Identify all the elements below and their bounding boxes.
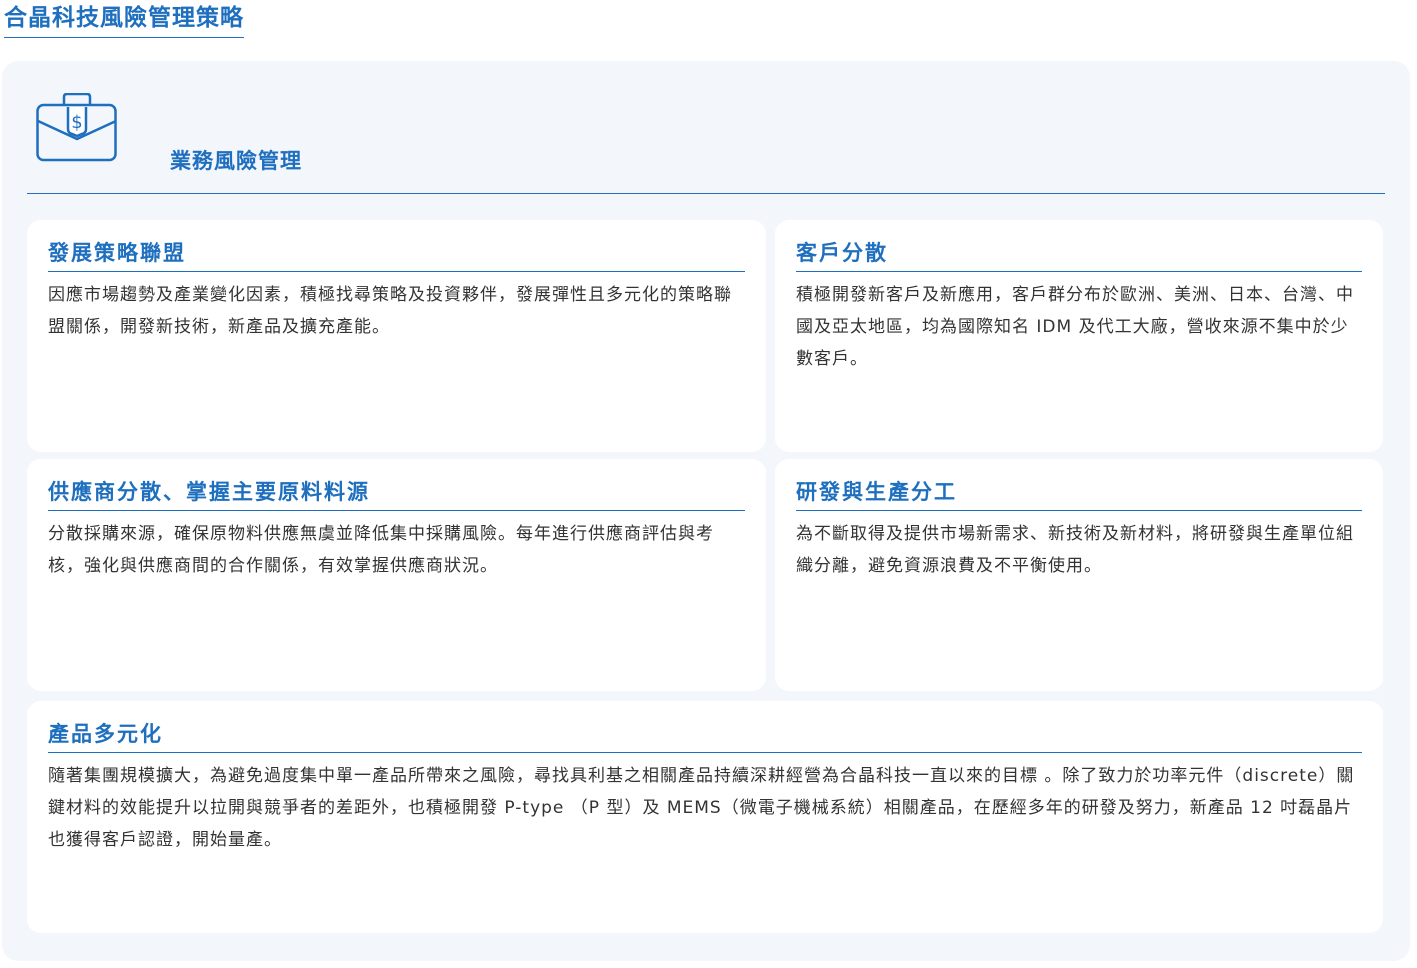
- card-supplier-diversification: 供應商分散、掌握主要原料料源 分散採購來源，確保原物料供應無虞並降低集中採購風險…: [27, 459, 766, 691]
- card-customer-diversification: 客戶分散 積極開發新客戶及新應用，客戶群分布於歐洲、美洲、日本、台灣、中國及亞太…: [775, 220, 1383, 452]
- card-title: 供應商分散、掌握主要原料料源: [48, 477, 745, 511]
- card-title: 產品多元化: [48, 719, 1362, 753]
- card-body: 分散採購來源，確保原物料供應無虞並降低集中採購風險。每年進行供應商評估與考核，強…: [48, 524, 714, 576]
- card-strategic-alliance: 發展策略聯盟 因應市場趨勢及產業變化因素，積極找尋策略及投資夥伴，發展彈性且多元…: [27, 220, 766, 452]
- page-title: 合晶科技風險管理策略: [4, 2, 244, 38]
- section-header: $ 業務風險管理: [36, 92, 1386, 173]
- card-title: 研發與生產分工: [796, 477, 1362, 511]
- section-title: 業務風險管理: [170, 149, 302, 173]
- card-body: 隨著集團規模擴大，為避免過度集中單一產品所帶來之風險，尋找具利基之相關產品持續深…: [48, 766, 1355, 850]
- card-body: 因應市場趨勢及產業變化因素，積極找尋策略及投資夥伴，發展彈性且多元化的策略聯盟關…: [48, 285, 732, 337]
- card-rd-production-division: 研發與生產分工 為不斷取得及提供市場新需求、新技術及新材料，將研發與生產單位組織…: [775, 459, 1383, 691]
- card-title: 發展策略聯盟: [48, 238, 745, 272]
- card-title: 客戶分散: [796, 238, 1362, 272]
- risk-panel: $ 業務風險管理 發展策略聯盟 因應市場趨勢及產業變化因素，積極找尋策略及投資夥…: [2, 61, 1410, 961]
- section-divider: [27, 193, 1385, 194]
- card-body: 為不斷取得及提供市場新需求、新技術及新材料，將研發與生產單位組織分離，避免資源浪…: [796, 524, 1354, 576]
- briefcase-dollar-icon: $: [36, 92, 118, 165]
- svg-text:$: $: [71, 112, 82, 133]
- card-body: 積極開發新客戶及新應用，客戶群分布於歐洲、美洲、日本、台灣、中國及亞太地區，均為…: [796, 285, 1354, 369]
- card-product-diversification: 產品多元化 隨著集團規模擴大，為避免過度集中單一產品所帶來之風險，尋找具利基之相…: [27, 701, 1383, 933]
